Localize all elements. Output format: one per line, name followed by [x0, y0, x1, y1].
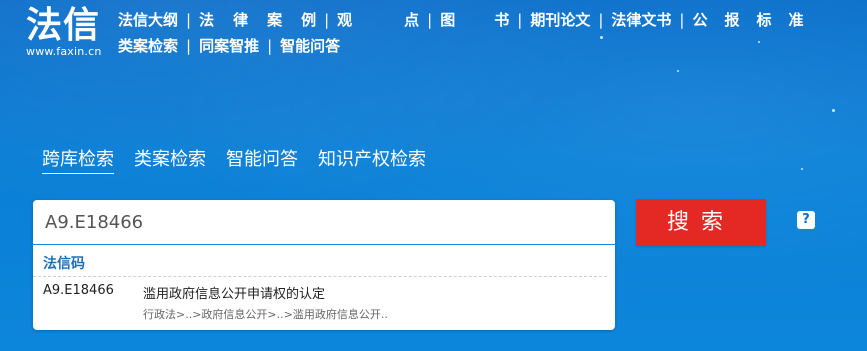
- nav-separator: |: [598, 11, 604, 29]
- logo[interactable]: 法信 www.faxin.cn: [26, 6, 102, 58]
- nav-item-outline[interactable]: 法信大纲: [118, 11, 178, 29]
- top-navigation: 法信大纲 | 法律案例 | 观点 | 图书 | 期刊论文 | 法律文书 | 公报…: [118, 10, 867, 62]
- nav-separator: |: [186, 37, 192, 55]
- background-sparkle: [832, 109, 835, 112]
- suggestion-texts: 滥用政府信息公开申请权的认定 行政法>..>政府信息公开>..>滥用政府信息公开…: [143, 283, 605, 322]
- nav-item-legal-documents[interactable]: 法律文书: [611, 11, 671, 29]
- suggestion-code: A9.E18466: [43, 283, 114, 298]
- suggestion-item[interactable]: A9.E18466 滥用政府信息公开申请权的认定 行政法>..>政府信息公开>.…: [33, 277, 615, 322]
- nav-separator: |: [267, 37, 273, 55]
- nav-item-case-law[interactable]: 法律案例: [199, 11, 335, 29]
- background-sparkle: [801, 168, 803, 170]
- tab-ip-search[interactable]: 知识产权检索: [318, 145, 426, 174]
- nav-item-gazette-standards[interactable]: 公报标准: [692, 11, 820, 29]
- suggestion-path: 行政法>..>政府信息公开>..>滥用政府信息公开..: [143, 308, 388, 321]
- nav-separator: |: [324, 11, 330, 29]
- logo-url: www.faxin.cn: [26, 45, 102, 58]
- tab-smart-qa[interactable]: 智能问答: [226, 145, 298, 174]
- nav-item-case-recommendation[interactable]: 同案智推: [199, 37, 259, 55]
- nav-separator: |: [427, 11, 433, 29]
- nav-separator: |: [186, 11, 192, 29]
- search-input[interactable]: [43, 210, 587, 234]
- tab-cross-database-search[interactable]: 跨库检索: [42, 145, 114, 174]
- background-sparkle: [677, 70, 679, 72]
- logo-text: 法信: [26, 5, 101, 46]
- search-button[interactable]: 搜索: [636, 199, 766, 246]
- nav-item-smart-qa[interactable]: 智能问答: [280, 37, 340, 55]
- suggestion-title: 滥用政府信息公开申请权的认定: [143, 287, 326, 302]
- help-icon[interactable]: ?: [797, 211, 815, 229]
- nav-item-journals[interactable]: 期刊论文: [530, 11, 590, 29]
- nav-separator: |: [517, 11, 523, 29]
- nav-separator: |: [679, 11, 685, 29]
- top-nav-row-2: 类案检索 | 同案智推 | 智能问答: [118, 36, 867, 56]
- nav-item-similar-case-search[interactable]: 类案检索: [118, 37, 178, 55]
- search-tabs: 跨库检索 类案检索 智能问答 知识产权检索: [42, 145, 426, 174]
- suggestion-section-title: 法信码: [33, 245, 607, 277]
- top-nav-row-1: 法信大纲 | 法律案例 | 观点 | 图书 | 期刊论文 | 法律文书 | 公报…: [118, 10, 867, 30]
- search-input-wrapper: [33, 200, 615, 245]
- tab-similar-case-search[interactable]: 类案检索: [134, 145, 206, 174]
- search-box: 法信码 A9.E18466 滥用政府信息公开申请权的认定 行政法>..>政府信息…: [33, 200, 615, 330]
